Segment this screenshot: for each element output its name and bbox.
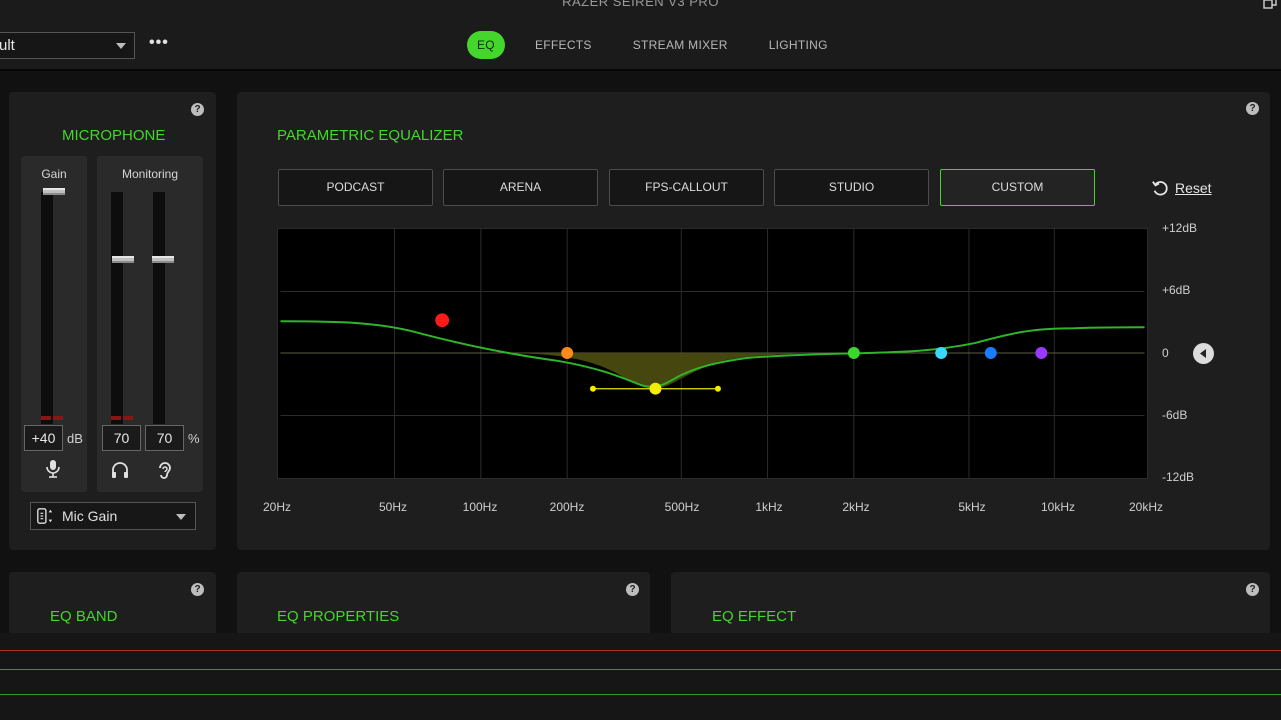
- headphones-value-input[interactable]: 70: [102, 425, 141, 451]
- eq-band-node-6[interactable]: [984, 347, 997, 359]
- graph-scroll-knob[interactable]: [1193, 343, 1214, 364]
- headphones-slider-thumb[interactable]: [112, 256, 134, 263]
- freq-label: 2kHz: [842, 500, 870, 514]
- gain-unit: dB: [67, 431, 83, 446]
- headphones-peak-indicator: [123, 416, 133, 420]
- main-nav-tabs: EQ EFFECTS STREAM MIXER LIGHTING: [467, 31, 828, 59]
- freq-label: 1kHz: [755, 500, 783, 514]
- eq-band-title: EQ BAND: [50, 608, 118, 625]
- preset-custom-button[interactable]: CUSTOM: [940, 169, 1095, 206]
- chevron-left-icon: [1200, 349, 1206, 358]
- reset-label: Reset: [1175, 180, 1212, 196]
- waveform-line-green: [0, 669, 1281, 670]
- freq-label: 50Hz: [378, 500, 408, 514]
- sidetone-slider-track[interactable]: [153, 192, 165, 424]
- help-icon[interactable]: ?: [626, 583, 639, 596]
- eq-band-node-2[interactable]: [561, 347, 574, 359]
- waveform-strip: [0, 633, 1281, 720]
- mic-gain-icon: [37, 508, 53, 524]
- gain-peak-indicator: [41, 416, 51, 420]
- ear-icon: [159, 462, 171, 479]
- headphones-icon: [112, 462, 128, 478]
- q-handle-right[interactable]: [714, 385, 721, 392]
- preset-arena-button[interactable]: ARENA: [443, 169, 598, 206]
- profile-dropdown-value: ult: [0, 37, 15, 54]
- eq-effect-title: EQ EFFECT: [712, 608, 797, 625]
- monitoring-group: Monitoring 70 70 %: [97, 156, 203, 492]
- headphones-slider-track[interactable]: [111, 192, 133, 424]
- reset-button[interactable]: Reset: [1151, 178, 1212, 198]
- preset-podcast-button[interactable]: PODCAST: [278, 169, 433, 206]
- eq-graph[interactable]: [277, 228, 1148, 479]
- freq-label: 10kHz: [1040, 500, 1076, 514]
- chevron-down-icon: [116, 43, 126, 49]
- gain-slider-thumb[interactable]: [43, 188, 65, 195]
- eq-band-panel: ? EQ BAND: [9, 572, 216, 636]
- help-icon[interactable]: ?: [191, 103, 204, 116]
- db-label: -6dB: [1162, 408, 1188, 422]
- gain-label: Gain: [41, 167, 67, 181]
- more-horizontal-icon[interactable]: •••: [149, 35, 169, 54]
- help-icon[interactable]: ?: [191, 583, 204, 596]
- waveform-line-green: [0, 694, 1281, 695]
- tab-eq[interactable]: EQ: [467, 31, 505, 59]
- waveform-line-red: [0, 650, 1281, 651]
- db-label: +12dB: [1162, 221, 1198, 235]
- freq-label: 200Hz: [549, 500, 585, 514]
- parametric-eq-title: PARAMETRIC EQUALIZER: [277, 127, 464, 144]
- app-title: RAZER SEIREN V3 PRO: [562, 0, 719, 9]
- eq-properties-panel: ? EQ PROPERTIES: [237, 572, 650, 636]
- mic-gain-dropdown[interactable]: Mic Gain: [30, 502, 196, 530]
- eq-band-node-3[interactable]: [649, 382, 662, 395]
- freq-label: 20Hz: [262, 500, 292, 514]
- help-icon[interactable]: ?: [1246, 583, 1259, 596]
- eq-band-node-1[interactable]: [435, 313, 450, 328]
- eq-band-node-4[interactable]: [847, 347, 860, 359]
- window-restore-icon[interactable]: [1263, 0, 1277, 10]
- preset-fps-callout-button[interactable]: FPS-CALLOUT: [609, 169, 764, 206]
- eq-effect-panel: ? EQ EFFECT: [671, 572, 1270, 636]
- freq-label: 100Hz: [462, 500, 498, 514]
- db-label: 0: [1162, 346, 1169, 360]
- gain-peak-indicator: [53, 416, 63, 420]
- gain-group: Gain +40 dB: [21, 156, 87, 492]
- eq-band-node-5[interactable]: [935, 347, 948, 359]
- help-icon[interactable]: ?: [1246, 102, 1259, 115]
- gain-slider-track[interactable]: [41, 192, 63, 424]
- chevron-down-icon: [176, 514, 186, 520]
- db-label: +6dB: [1162, 283, 1191, 297]
- db-label: -12dB: [1162, 470, 1195, 484]
- tab-lighting[interactable]: LIGHTING: [769, 38, 828, 52]
- profile-dropdown[interactable]: ult: [0, 32, 135, 59]
- monitoring-label: Monitoring: [121, 167, 179, 181]
- freq-label: 500Hz: [664, 500, 700, 514]
- parametric-eq-panel: ? PARAMETRIC EQUALIZER PODCAST ARENA FPS…: [237, 92, 1270, 550]
- eq-properties-title: EQ PROPERTIES: [277, 608, 400, 625]
- eq-band-node-7[interactable]: [1035, 347, 1048, 359]
- eq-band-fill: [468, 352, 876, 389]
- top-bar: RAZER SEIREN V3 PRO ult ••• EQ EFFECTS S…: [0, 0, 1281, 71]
- sidetone-value-input[interactable]: 70: [145, 425, 184, 451]
- headphones-peak-indicator: [111, 416, 121, 420]
- microphone-icon: [46, 460, 60, 478]
- monitoring-unit: %: [188, 431, 200, 446]
- tab-stream-mixer[interactable]: STREAM MIXER: [633, 38, 728, 52]
- reset-icon: [1152, 181, 1168, 196]
- sidetone-slider-thumb[interactable]: [152, 256, 174, 263]
- microphone-panel: ? MICROPHONE Gain +40 dB Monitoring 70 7…: [9, 92, 216, 550]
- gain-value-input[interactable]: +40: [24, 425, 63, 451]
- mic-gain-dropdown-label: Mic Gain: [62, 508, 118, 524]
- tab-effects[interactable]: EFFECTS: [535, 38, 592, 52]
- q-handle-left[interactable]: [589, 385, 596, 392]
- preset-studio-button[interactable]: STUDIO: [774, 169, 929, 206]
- freq-label: 5kHz: [958, 500, 986, 514]
- microphone-title: MICROPHONE: [62, 127, 166, 144]
- freq-label: 20kHz: [1128, 500, 1164, 514]
